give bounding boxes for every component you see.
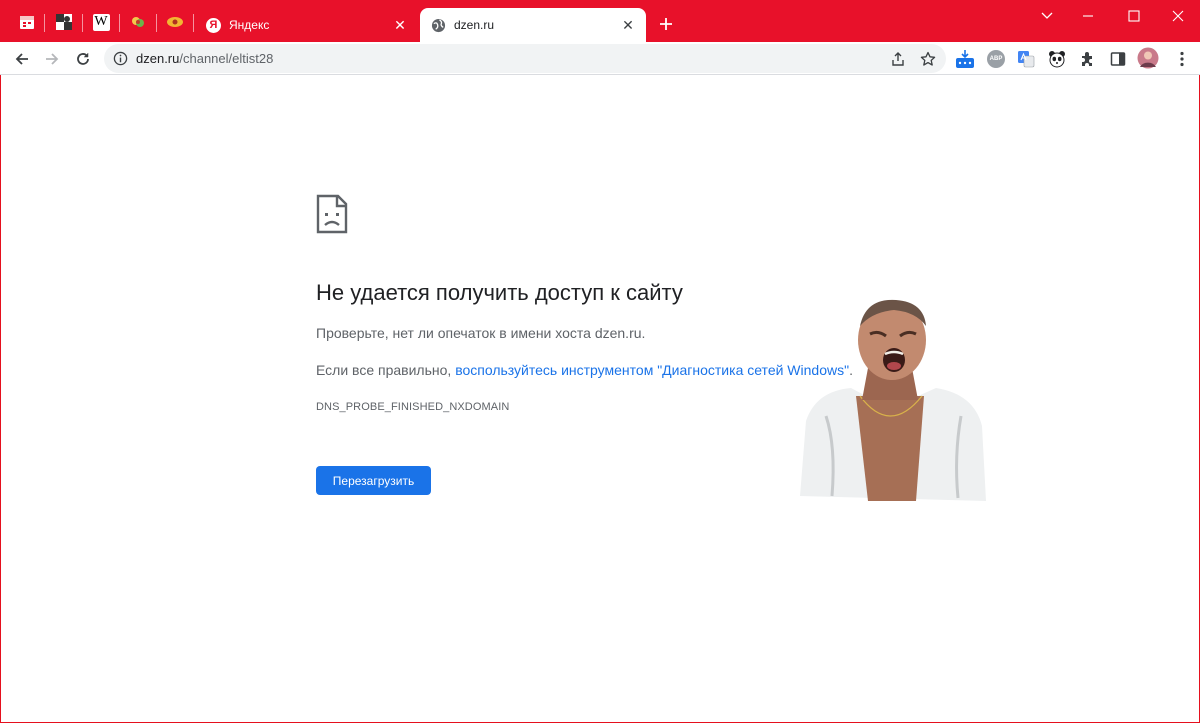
- download-badge-extension-icon[interactable]: [955, 49, 975, 69]
- pinned-tab-wikipedia[interactable]: W: [90, 11, 112, 33]
- back-button[interactable]: [10, 47, 34, 71]
- refresh-icon: [77, 53, 89, 65]
- tab-dzen[interactable]: dzen.ru ✕: [420, 8, 646, 42]
- toolbar: dzen.ru/channel/eltist28 ABP: [0, 42, 1200, 75]
- translate-extension-icon[interactable]: [1016, 49, 1036, 69]
- maximize-button[interactable]: [1124, 6, 1144, 26]
- url-path: /channel/eltist28: [179, 51, 274, 66]
- maximize-icon: [1128, 10, 1140, 22]
- reload-page-button[interactable]: Перезагрузить: [316, 466, 431, 495]
- tab-title: dzen.ru: [454, 18, 495, 32]
- info-icon[interactable]: [112, 50, 129, 67]
- tab-separator: [119, 14, 120, 32]
- calendar-favicon-icon: [20, 16, 34, 29]
- chess-favicon-icon: [56, 14, 72, 30]
- panda-extension-icon[interactable]: [1047, 49, 1067, 69]
- globe-icon: [430, 17, 446, 33]
- url-host: dzen.ru: [136, 51, 180, 66]
- error-hint-typo: Проверьте, нет ли опечаток в имени хоста…: [316, 325, 646, 341]
- arrow-right-icon: [46, 53, 59, 65]
- address-bar[interactable]: dzen.ru/channel/eltist28: [104, 44, 946, 73]
- plus-icon: [660, 18, 672, 30]
- bookmark-button[interactable]: [918, 49, 938, 69]
- diagnostics-prefix: Если все правильно,: [316, 362, 456, 378]
- pinned-tab-chess[interactable]: [53, 11, 75, 33]
- tab-separator: [193, 14, 194, 32]
- close-icon: [1172, 10, 1184, 22]
- pinned-tab-eye[interactable]: [164, 11, 186, 33]
- pinned-tab-flower[interactable]: [127, 11, 149, 33]
- share-icon: [892, 52, 904, 66]
- eye-favicon-icon: [167, 17, 183, 27]
- yandex-favicon-icon: Я: [206, 17, 221, 33]
- error-title: Не удается получить доступ к сайту: [316, 280, 683, 305]
- minimize-button[interactable]: [1078, 6, 1098, 26]
- close-window-button[interactable]: [1168, 6, 1188, 26]
- star-icon: [920, 51, 936, 66]
- sad-document-icon: [316, 194, 348, 234]
- tab-title: Яндекс: [229, 18, 270, 32]
- menu-button[interactable]: [1172, 49, 1192, 69]
- page-content: Не удается получить доступ к сайту Прове…: [0, 76, 1200, 723]
- tab-strip: W Я Яндекс ✕ dzen.ru ✕: [0, 0, 1200, 42]
- pinned-tab-calendar[interactable]: [16, 11, 38, 33]
- tab-close-icon[interactable]: ✕: [390, 15, 410, 35]
- tab-close-icon[interactable]: ✕: [618, 15, 638, 35]
- flower-favicon-icon: [132, 17, 144, 27]
- adblock-extension-icon[interactable]: ABP: [986, 49, 1006, 69]
- error-code: DNS_PROBE_FINISHED_NXDOMAIN: [316, 401, 510, 413]
- arrow-left-icon: [15, 53, 28, 65]
- tab-search-button[interactable]: [1037, 6, 1057, 26]
- chevron-down-icon: [1041, 12, 1053, 19]
- wikipedia-favicon-icon: W: [92, 13, 110, 31]
- minimize-icon: [1083, 15, 1093, 17]
- extensions-puzzle-icon[interactable]: [1078, 49, 1098, 69]
- url-text[interactable]: dzen.ru/channel/eltist28: [136, 51, 273, 66]
- reload-button[interactable]: [71, 47, 95, 71]
- crying-man-sticker-image: [800, 299, 986, 501]
- new-tab-button[interactable]: [654, 12, 678, 36]
- share-button[interactable]: [888, 49, 908, 69]
- tab-separator: [156, 14, 157, 32]
- adblock-label: ABP: [987, 50, 1005, 68]
- tab-yandex[interactable]: Я Яндекс ✕: [196, 8, 418, 42]
- side-panel-icon[interactable]: [1108, 49, 1128, 69]
- profile-avatar[interactable]: [1137, 47, 1159, 69]
- error-hint-diagnostics: Если все правильно, воспользуйтесь инстр…: [316, 362, 853, 378]
- kebab-menu-icon: [1180, 51, 1184, 67]
- network-diagnostics-link[interactable]: воспользуйтесь инструментом "Диагностика…: [455, 362, 849, 378]
- tab-separator: [82, 14, 83, 32]
- forward-button[interactable]: [40, 47, 64, 71]
- tab-separator: [44, 14, 45, 32]
